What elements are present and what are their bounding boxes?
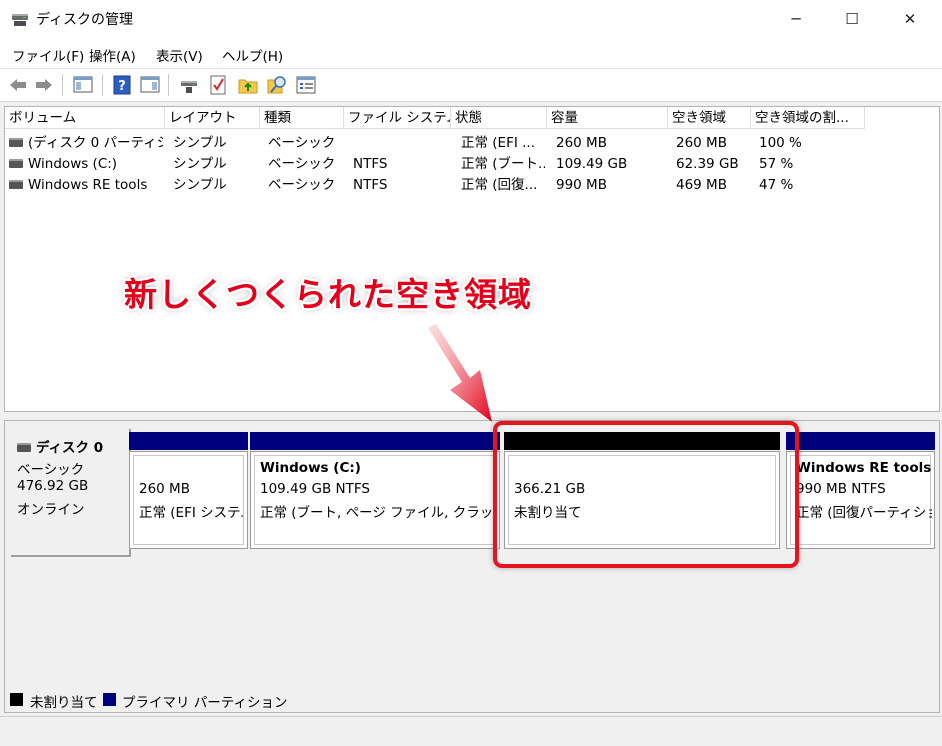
maximize-icon: ☐	[845, 10, 859, 28]
free-percent-cell: 47 %	[759, 177, 794, 193]
legend-swatch-unallocated	[10, 693, 23, 706]
free-percent-cell: 57 %	[759, 156, 794, 172]
annotation-highlight-box	[493, 421, 799, 568]
table-row[interactable]: Windows RE tools シンプル ベーシック NTFS 正常 (回復.…	[5, 175, 939, 196]
file-system-cell: NTFS	[353, 177, 388, 193]
column-header-free-space[interactable]: 空き領域	[668, 107, 751, 129]
partition-status: 正常 (EFI システム	[139, 505, 243, 521]
disk-type: ベーシック	[17, 462, 85, 478]
properties-icon[interactable]	[295, 74, 317, 96]
column-header-file-system[interactable]: ファイル システム	[344, 107, 451, 129]
partition-windows-re-bar	[786, 432, 935, 450]
status-cell: 正常 (EFI ...	[461, 135, 535, 151]
volume-icon	[9, 137, 23, 147]
layout-cell: シンプル	[173, 156, 227, 172]
menu-view[interactable]: 表示(V)	[156, 45, 203, 65]
disk-status: オンライン	[17, 502, 85, 518]
toolbar-separator	[62, 74, 63, 96]
connect-icon[interactable]	[178, 74, 200, 96]
disk-name: ディスク 0	[36, 440, 104, 456]
svg-text:?: ?	[118, 79, 126, 94]
action-pane-icon[interactable]	[139, 74, 161, 96]
volume-icon	[9, 158, 23, 168]
legend-swatch-primary	[103, 693, 116, 706]
type-cell: ベーシック	[268, 156, 336, 172]
menu-file[interactable]: ファイル(F)	[12, 45, 84, 65]
column-header-status[interactable]: 状態	[451, 107, 547, 129]
minimize-icon: ─	[791, 10, 801, 28]
volume-icon	[9, 179, 23, 189]
title-bar[interactable]: ディスクの管理 ─ ☐ ✕	[0, 0, 942, 38]
close-button[interactable]: ✕	[880, 0, 940, 38]
legend-label-unallocated: 未割り当て	[30, 695, 98, 711]
legend-label-primary: プライマリ パーティション	[122, 695, 288, 711]
layout-cell: シンプル	[173, 177, 227, 193]
partition-windows-re-tools[interactable]: Windows RE tools 990 MB NTFS 正常 (回復パーティシ…	[786, 432, 935, 549]
volume-name: Windows (C:)	[28, 156, 118, 172]
partition-windows-c[interactable]: Windows (C:) 109.49 GB NTFS 正常 (ブート, ページ…	[250, 432, 500, 549]
window-title: ディスクの管理	[36, 12, 134, 28]
capacity-cell: 109.49 GB	[556, 156, 628, 172]
menu-bar: ファイル(F) 操作(A) 表示(V) ヘルプ(H)	[0, 38, 942, 68]
partition-windows-c-bar	[250, 432, 500, 450]
table-row[interactable]: (ディスク 0 パーティショ... シンプル ベーシック 正常 (EFI ...…	[5, 133, 939, 154]
disk-management-app-icon	[12, 14, 28, 26]
toolbar-separator	[168, 74, 169, 96]
capacity-cell: 260 MB	[556, 135, 607, 151]
table-row[interactable]: Windows (C:) シンプル ベーシック NTFS 正常 (ブート... …	[5, 154, 939, 175]
disk-map-pane: ディスク 0 ベーシック 476.92 GB オンライン 260 MB 正常 (…	[4, 420, 940, 713]
partition-efi[interactable]: 260 MB 正常 (EFI システム	[129, 432, 248, 549]
partition-status: 正常 (回復パーティション	[796, 505, 932, 521]
column-header-volume[interactable]: ボリューム	[5, 107, 165, 129]
status-cell: 正常 (回復...	[461, 177, 538, 193]
partition-title: Windows RE tools	[796, 460, 932, 476]
partition-size: 260 MB	[139, 481, 190, 497]
disk-0-label[interactable]: ディスク 0 ベーシック 476.92 GB オンライン	[11, 429, 131, 557]
free-space-cell: 469 MB	[676, 177, 727, 193]
free-space-cell: 62.39 GB	[676, 156, 739, 172]
minimize-button[interactable]: ─	[766, 0, 826, 38]
show-hide-console-icon[interactable]	[72, 74, 94, 96]
type-cell: ベーシック	[268, 177, 336, 193]
disk-management-window: ディスクの管理 ─ ☐ ✕ ファイル(F) 操作(A) 表示(V) ヘルプ(H)…	[0, 0, 942, 746]
maximize-button[interactable]: ☐	[822, 0, 882, 38]
partition-size: 109.49 GB NTFS	[260, 481, 370, 497]
folder-up-icon[interactable]	[237, 74, 259, 96]
volume-name: Windows RE tools	[28, 177, 148, 193]
toolbar: ?	[0, 68, 942, 102]
partition-efi-bar	[129, 432, 248, 450]
partition-size: 990 MB NTFS	[796, 481, 886, 497]
toolbar-separator	[102, 74, 103, 96]
disk-size: 476.92 GB	[17, 478, 89, 494]
status-bar	[0, 716, 942, 746]
column-header-capacity[interactable]: 容量	[547, 107, 668, 129]
file-system-cell: NTFS	[353, 156, 388, 172]
layout-cell: シンプル	[173, 135, 227, 151]
type-cell: ベーシック	[268, 135, 336, 151]
partition-status: 正常 (ブート, ページ ファイル, クラッシュ ダン	[260, 505, 494, 521]
column-header-free-percent[interactable]: 空き領域の割...	[751, 107, 865, 129]
close-icon: ✕	[903, 10, 917, 28]
column-header-type[interactable]: 種類	[260, 107, 344, 129]
checklist-icon[interactable]	[207, 74, 229, 96]
partition-title: Windows (C:)	[260, 460, 361, 476]
status-cell: 正常 (ブート...	[461, 156, 545, 172]
annotation-callout: 新しくつくられた空き領域	[124, 275, 532, 314]
search-icon[interactable]	[266, 74, 288, 96]
free-percent-cell: 100 %	[759, 135, 802, 151]
annotation-arrow-icon	[428, 324, 492, 422]
help-icon[interactable]: ?	[111, 74, 133, 96]
free-space-cell: 260 MB	[676, 135, 727, 151]
menu-help[interactable]: ヘルプ(H)	[222, 45, 283, 65]
legend: 未割り当て プライマリ パーティション	[4, 689, 940, 711]
volume-name: (ディスク 0 パーティショ...	[28, 135, 163, 151]
forward-icon[interactable]	[33, 74, 55, 96]
capacity-cell: 990 MB	[556, 177, 607, 193]
menu-action[interactable]: 操作(A)	[89, 45, 136, 65]
column-header-layout[interactable]: レイアウト	[165, 107, 260, 129]
back-icon[interactable]	[7, 74, 29, 96]
disk-icon	[17, 442, 31, 452]
